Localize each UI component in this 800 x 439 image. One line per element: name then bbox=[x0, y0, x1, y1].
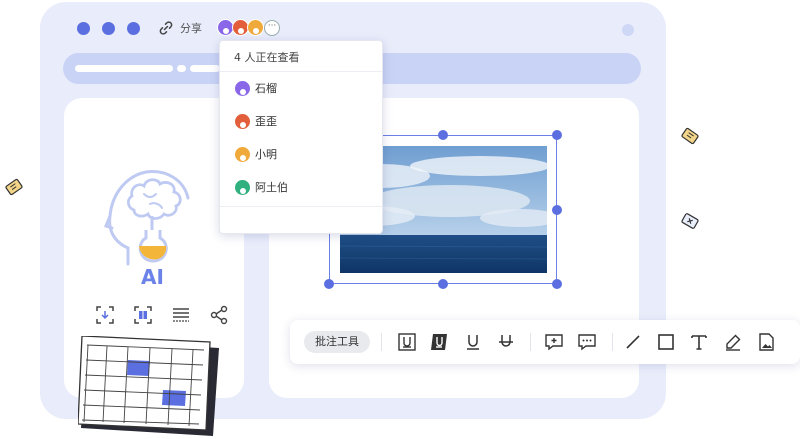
more-viewers-icon[interactable]: ··· bbox=[264, 19, 280, 36]
resize-handle-sw[interactable] bbox=[324, 279, 334, 289]
calendar-illustration bbox=[78, 336, 219, 436]
underline-filled-icon[interactable] bbox=[428, 331, 450, 353]
avatar-icon bbox=[247, 19, 264, 36]
ticket-x-icon bbox=[681, 213, 699, 229]
avatar-icon bbox=[235, 146, 250, 162]
layout-scan-icon[interactable] bbox=[132, 304, 154, 326]
share-label: 分享 bbox=[180, 22, 202, 35]
viewer-item[interactable]: 阿土伯 bbox=[235, 179, 288, 195]
resize-handle-ne[interactable] bbox=[552, 130, 562, 140]
window-dot-2 bbox=[102, 22, 115, 35]
resize-handle-n[interactable] bbox=[438, 130, 448, 140]
left-tools bbox=[94, 304, 230, 326]
address-bar-segment bbox=[190, 65, 220, 72]
address-bar-segment bbox=[177, 65, 186, 72]
ai-label: AI bbox=[141, 265, 164, 289]
resize-handle-se[interactable] bbox=[552, 279, 562, 289]
viewer-item[interactable]: 小明 bbox=[235, 146, 277, 162]
graph-nodes-icon[interactable] bbox=[208, 304, 230, 326]
address-bar-segment bbox=[75, 65, 173, 72]
underline-icon[interactable] bbox=[462, 331, 484, 353]
text-icon[interactable] bbox=[688, 331, 710, 353]
viewer-name: 石榴 bbox=[255, 82, 277, 95]
viewer-name: 歪歪 bbox=[255, 115, 277, 128]
viewers-title: 4 人正在查看 bbox=[234, 51, 300, 64]
annotation-tools-label[interactable]: 批注工具 bbox=[304, 331, 370, 353]
resize-handle-e[interactable] bbox=[552, 205, 562, 215]
screenshot-icon[interactable] bbox=[94, 304, 116, 326]
avatar-icon bbox=[235, 179, 250, 195]
add-comment-icon[interactable] bbox=[543, 331, 565, 353]
ticket-icon-right bbox=[681, 127, 699, 145]
viewer-name: 阿土伯 bbox=[255, 181, 288, 194]
ocr-icon[interactable] bbox=[170, 304, 192, 326]
strikethrough-icon[interactable] bbox=[495, 331, 517, 353]
pen-icon[interactable] bbox=[722, 331, 744, 353]
divider bbox=[612, 333, 613, 351]
window-dot-right bbox=[622, 24, 634, 36]
image-icon[interactable] bbox=[755, 331, 777, 353]
viewers-dropdown: 4 人正在查看 石榴 歪歪 小明 阿土伯 bbox=[219, 40, 383, 234]
viewer-avatars[interactable]: ··· bbox=[217, 19, 280, 36]
link-icon bbox=[159, 21, 173, 35]
line-icon[interactable] bbox=[622, 331, 644, 353]
comment-icon[interactable] bbox=[576, 331, 598, 353]
viewer-item[interactable]: 歪歪 bbox=[235, 113, 277, 129]
share-button[interactable]: 分享 bbox=[157, 19, 202, 37]
divider bbox=[381, 333, 382, 351]
viewer-item[interactable]: 石榴 bbox=[235, 80, 277, 96]
divider bbox=[530, 333, 531, 351]
underline-box-icon[interactable] bbox=[396, 331, 418, 353]
divider bbox=[220, 206, 382, 207]
rectangle-icon[interactable] bbox=[655, 331, 677, 353]
avatar-icon bbox=[235, 113, 250, 129]
avatar-icon bbox=[235, 80, 250, 96]
window-dot-3 bbox=[127, 22, 140, 35]
resize-handle-s[interactable] bbox=[438, 279, 448, 289]
ticket-icon-left bbox=[5, 178, 23, 196]
divider bbox=[220, 71, 382, 72]
window-dot-1 bbox=[77, 22, 90, 35]
viewer-name: 小明 bbox=[255, 148, 277, 161]
annotation-toolbar: 批注工具 bbox=[290, 320, 800, 364]
